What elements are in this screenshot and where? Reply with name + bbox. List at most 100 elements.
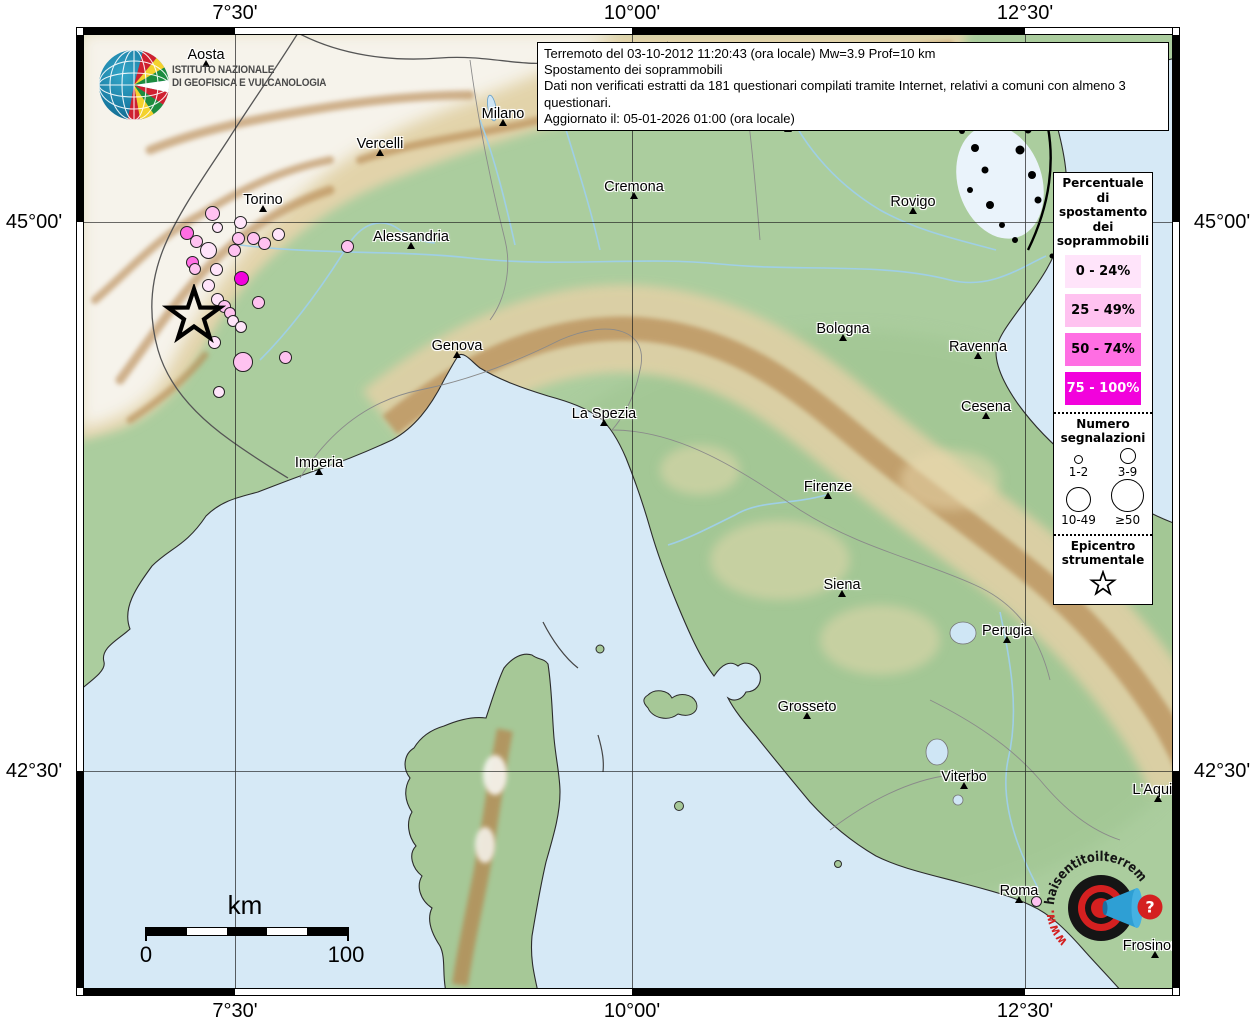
legend-count-3-9: 3-9 bbox=[1103, 447, 1152, 479]
axis-label-top: 7°30' bbox=[212, 2, 258, 24]
city-marker-icon bbox=[1003, 636, 1011, 643]
legend-count-10-49: 10-49 bbox=[1054, 479, 1103, 527]
info-line-disclaimer: Dati non verificati estratti da 181 ques… bbox=[544, 78, 1126, 110]
axis-label-left: 42°30' bbox=[5, 760, 63, 782]
city-label: L'Aquila bbox=[1132, 782, 1172, 798]
axis-label-right: 42°30' bbox=[1193, 760, 1251, 782]
count-circle-icon bbox=[1066, 486, 1091, 512]
frame-bottom bbox=[76, 988, 1180, 996]
scale-bar-segments bbox=[146, 927, 348, 936]
ingv-logo: ISTITUTO NAZIONALE DI GEOFISICA E VULCAN… bbox=[94, 43, 326, 123]
ingv-logo-text: ISTITUTO NAZIONALE DI GEOFISICA E VULCAN… bbox=[172, 64, 326, 89]
report-point bbox=[233, 270, 249, 286]
legend-swatch-75-100: 75 - 100% bbox=[1065, 371, 1141, 405]
city-marker-icon bbox=[376, 149, 384, 156]
legend-swatch-label: 75 - 100% bbox=[1066, 380, 1140, 396]
legend-count-title: Numero segnalazioni bbox=[1060, 416, 1146, 446]
legend-swatch-label: 0 - 24% bbox=[1075, 263, 1131, 279]
city-marker-icon bbox=[453, 351, 461, 358]
count-label: 3-9 bbox=[1117, 464, 1138, 479]
ingv-globe-icon bbox=[99, 50, 169, 120]
haisentitoilterremoto-map-figure: AostaMilanoVercelliTorinoCremonaVeronaVe… bbox=[0, 0, 1255, 1024]
legend-swatch-0-24: 0 - 24% bbox=[1065, 254, 1141, 288]
report-point bbox=[231, 231, 245, 245]
city-marker-icon bbox=[600, 419, 608, 426]
city-marker-icon bbox=[803, 712, 811, 719]
report-point bbox=[227, 243, 241, 257]
wm-www: www. bbox=[1042, 909, 1071, 949]
report-point bbox=[189, 263, 201, 275]
legend-count-50plus: ≥50 bbox=[1103, 478, 1152, 527]
report-point bbox=[257, 236, 271, 250]
frame-top bbox=[76, 27, 1180, 35]
scale-bar-tick bbox=[347, 927, 349, 941]
report-point bbox=[211, 221, 223, 233]
haisentitoilterremoto-logo: ? www. haisentitoilterremoto .it bbox=[1042, 849, 1163, 949]
report-point bbox=[199, 241, 217, 259]
svg-text:?: ? bbox=[1145, 898, 1154, 917]
city-marker-icon bbox=[499, 119, 507, 126]
legend-swatch-label: 25 - 49% bbox=[1071, 302, 1135, 318]
scale-bar-end: 100 bbox=[327, 942, 365, 967]
legend-divider bbox=[1054, 533, 1152, 536]
city-marker-icon bbox=[909, 207, 917, 214]
city-marker-icon bbox=[315, 468, 323, 475]
city-marker-icon bbox=[839, 334, 847, 341]
city-marker-icon bbox=[1154, 795, 1162, 802]
event-info-box: Terremoto del 03-10-2012 11:20:43 (ora l… bbox=[537, 42, 1169, 132]
legend-count-1-2: 1-2 bbox=[1054, 448, 1103, 479]
axis-label-bottom: 7°30' bbox=[212, 1000, 258, 1022]
count-label: 1-2 bbox=[1068, 464, 1089, 479]
legend-count-grid: 1-2 3-9 10-49 ≥50 bbox=[1054, 447, 1152, 527]
ingv-line1: ISTITUTO NAZIONALE bbox=[172, 64, 275, 76]
report-point bbox=[213, 386, 225, 398]
count-circle-icon bbox=[1111, 478, 1144, 512]
epicenter-star-icon bbox=[162, 284, 226, 344]
count-label: ≥50 bbox=[1114, 512, 1141, 527]
city-marker-icon bbox=[974, 352, 982, 359]
report-point bbox=[271, 227, 285, 241]
question-badge: ? bbox=[1137, 894, 1163, 920]
legend-divider bbox=[1054, 411, 1152, 414]
report-point bbox=[278, 350, 292, 364]
report-point bbox=[340, 239, 354, 253]
report-point bbox=[233, 215, 247, 229]
city-marker-icon bbox=[838, 590, 846, 597]
city-marker-icon bbox=[982, 412, 990, 419]
axis-label-top: 10°00' bbox=[603, 2, 661, 24]
legend-swatch-25-49: 25 - 49% bbox=[1065, 293, 1141, 327]
count-circle-icon bbox=[1119, 447, 1136, 464]
frame-left bbox=[76, 27, 84, 996]
axis-label-bottom: 10°00' bbox=[603, 1000, 661, 1022]
legend: Percentuale di spostamento dei soprammob… bbox=[1053, 172, 1153, 605]
city-marker-icon bbox=[960, 782, 968, 789]
info-line-event: Terremoto del 03-10-2012 11:20:43 (ora l… bbox=[544, 46, 936, 61]
map-area: AostaMilanoVercelliTorinoCremonaVeronaVe… bbox=[84, 35, 1172, 988]
count-circle-icon bbox=[1074, 454, 1083, 464]
info-line-metric: Spostamento dei soprammobili bbox=[544, 62, 723, 78]
axis-label-left: 45°00' bbox=[5, 211, 63, 233]
epicenter-star-legend-icon bbox=[1089, 568, 1117, 596]
report-point bbox=[251, 295, 265, 309]
report-point bbox=[209, 262, 223, 276]
report-point bbox=[235, 321, 247, 333]
axis-label-bottom: 12°30' bbox=[996, 1000, 1054, 1022]
legend-swatch-50-74: 50 - 74% bbox=[1065, 332, 1141, 366]
city-marker-icon bbox=[824, 492, 832, 499]
frame-right bbox=[1172, 27, 1180, 996]
scale-bar-tick bbox=[145, 927, 147, 941]
info-line-updated: Aggiornato il: 05-01-2026 01:00 (ora loc… bbox=[544, 110, 795, 126]
legend-percent-title: Percentuale di spostamento dei soprammob… bbox=[1056, 176, 1150, 248]
count-label: 10-49 bbox=[1061, 512, 1096, 527]
axis-label-top: 12°30' bbox=[996, 2, 1054, 24]
city-marker-icon bbox=[259, 205, 267, 212]
city-marker-icon bbox=[630, 192, 638, 199]
ingv-line2: DI GEOFISICA E VULCANOLOGIA bbox=[172, 76, 327, 89]
legend-epicenter-title: Epicentro strumentale bbox=[1061, 538, 1145, 568]
legend-swatch-label: 50 - 74% bbox=[1071, 341, 1135, 357]
scale-bar-unit: km bbox=[227, 890, 263, 920]
axis-label-right: 45°00' bbox=[1193, 211, 1251, 233]
city-marker-icon bbox=[407, 242, 415, 249]
scale-bar-start: 0 bbox=[139, 942, 153, 967]
report-point bbox=[204, 205, 220, 221]
